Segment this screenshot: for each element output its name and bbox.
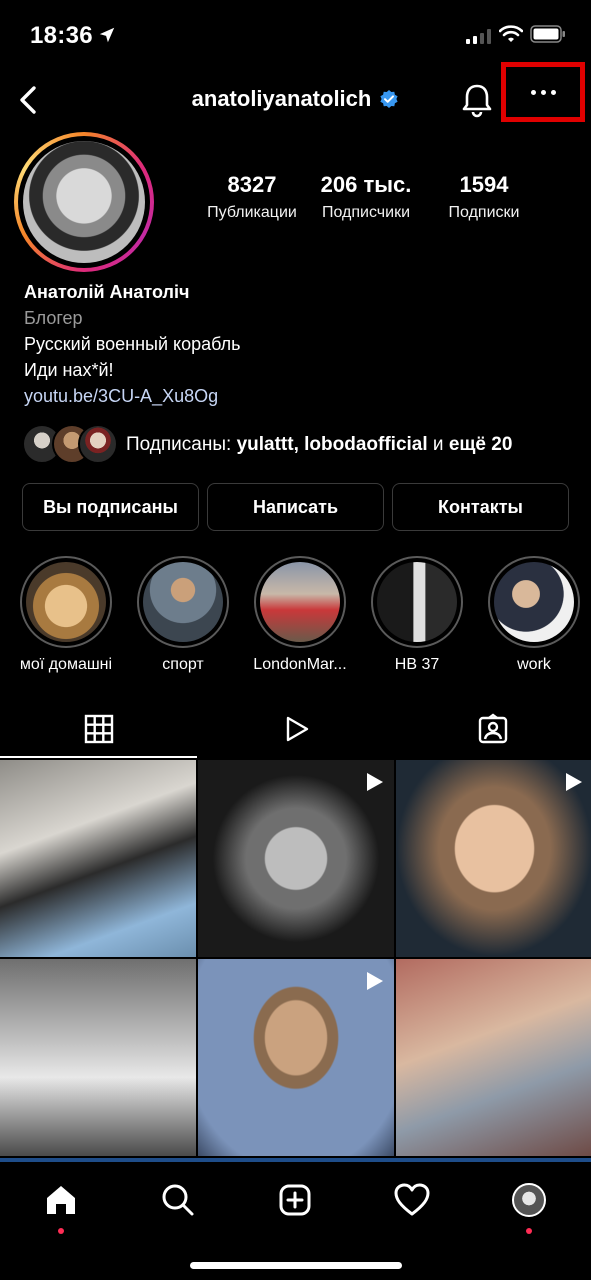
story-highlights: мої домашні спорт LondonMar... HB 37 wor…: [0, 556, 591, 686]
nav-profile-button[interactable]: [509, 1180, 549, 1220]
avatar: [78, 424, 118, 464]
highlight-item[interactable]: LondonMar...: [241, 556, 359, 674]
bio-text-line-2: Иди нах*й!: [24, 360, 114, 380]
post-thumbnail[interactable]: [396, 959, 591, 1156]
followed-by-more-count: ещё 20: [448, 434, 513, 455]
highlight-cover: [26, 562, 106, 642]
search-icon: [162, 1184, 194, 1216]
highlight-label: HB 37: [394, 656, 440, 673]
bio-link[interactable]: youtu.be/3CU-A_Xu8Og: [24, 386, 564, 412]
tab-reels[interactable]: [197, 700, 394, 758]
followed-by-names: yulattt, lobodaofficial: [236, 434, 428, 455]
profile-header: anatoliyanatolich: [0, 62, 591, 130]
highlight-cover: [143, 562, 223, 642]
location-arrow-icon: [99, 27, 115, 43]
more-dots-icon: [530, 89, 556, 95]
home-notification-dot: [58, 1228, 64, 1234]
profile-bio: Анатолій Анатоліч Блогер Русский военный…: [24, 282, 564, 412]
post-thumbnail[interactable]: [198, 760, 394, 957]
post-thumbnail[interactable]: [198, 959, 394, 1156]
reel-play-icon: [367, 773, 383, 791]
status-time: 18:36: [30, 22, 93, 49]
nav-home-button[interactable]: [41, 1180, 81, 1220]
highlight-cover: [494, 562, 574, 642]
tab-tagged[interactable]: [394, 700, 591, 758]
message-button[interactable]: Написать: [207, 483, 384, 531]
followed-by-text: Подписаны: yulattt, lobodaofficial и ещё…: [126, 434, 512, 456]
posts-grid: [0, 760, 591, 1160]
post-thumbnail[interactable]: [396, 760, 591, 957]
highlight-item[interactable]: HB 37: [358, 556, 476, 674]
heart-icon: [394, 1183, 430, 1216]
username: anatoliyanatolich: [191, 86, 372, 111]
status-bar: 18:36: [0, 0, 591, 70]
stat-posts[interactable]: 8327 Публикации: [200, 172, 304, 222]
followed-by-conjunction: и: [427, 434, 449, 455]
highlight-label: work: [517, 656, 551, 673]
stat-posts-label: Публикации: [207, 204, 297, 221]
stat-followers-value: 206 тыс.: [320, 172, 412, 197]
followed-by-prefix: Подписаны:: [126, 434, 237, 455]
highlight-item[interactable]: work: [475, 556, 591, 674]
nav-search-button[interactable]: [158, 1180, 198, 1220]
profile-notification-dot: [526, 1228, 532, 1234]
notifications-bell-button[interactable]: [460, 82, 494, 118]
highlight-label: мої домашні: [19, 656, 113, 673]
profile-category: Блогер: [24, 308, 83, 328]
reels-icon: [286, 716, 308, 742]
profile-tabs: [0, 700, 591, 758]
verified-badge-icon: [380, 90, 398, 108]
post-thumbnail[interactable]: [0, 959, 196, 1156]
profile-avatar-small: [512, 1183, 546, 1217]
highlight-item[interactable]: спорт: [124, 556, 242, 674]
highlight-label: спорт: [162, 656, 204, 673]
battery-icon: [530, 25, 565, 43]
stat-followers-label: Подписчики: [321, 204, 410, 221]
stat-followers[interactable]: 206 тыс. Подписчики: [304, 172, 428, 222]
nav-create-button[interactable]: [275, 1180, 315, 1220]
grid-icon: [84, 714, 113, 744]
cellular-signal-icon: [466, 28, 491, 44]
profile-full-name: Анатолій Анатоліч: [24, 282, 190, 302]
post-thumbnail[interactable]: [0, 760, 196, 957]
stat-following-label: Подписки: [448, 204, 520, 221]
more-options-button[interactable]: [501, 62, 585, 122]
highlight-cover: [377, 562, 457, 642]
reel-play-icon: [367, 972, 383, 990]
profile-actions: Вы подписаны Написать Контакты: [22, 483, 569, 531]
highlight-label: LondonMar...: [253, 656, 347, 673]
nav-activity-button[interactable]: [392, 1180, 432, 1220]
wifi-icon: [499, 25, 523, 42]
home-indicator[interactable]: [190, 1262, 402, 1269]
profile-avatar-story-ring[interactable]: [14, 132, 154, 272]
contacts-button[interactable]: Контакты: [392, 483, 569, 531]
stat-following-value: 1594: [459, 172, 509, 197]
followed-by-row[interactable]: Подписаны: yulattt, lobodaofficial и ещё…: [22, 424, 512, 466]
tagged-icon: [478, 713, 507, 744]
highlight-cover: [260, 562, 340, 642]
profile-stats: 8327 Публикации 206 тыс. Подписчики 1594…: [200, 172, 560, 222]
mutual-followers-avatars: [22, 424, 118, 466]
bio-text-line-1: Русский военный корабль: [24, 334, 241, 354]
profile-avatar: [23, 141, 145, 263]
tab-posts-grid[interactable]: [0, 700, 197, 758]
following-button[interactable]: Вы подписаны: [22, 483, 199, 531]
stat-following[interactable]: 1594 Подписки: [428, 172, 540, 222]
reel-play-icon: [566, 773, 582, 791]
highlight-item[interactable]: мої домашні: [7, 556, 125, 674]
stat-posts-value: 8327: [227, 172, 277, 197]
home-icon: [47, 1186, 75, 1214]
create-icon: [279, 1184, 311, 1216]
